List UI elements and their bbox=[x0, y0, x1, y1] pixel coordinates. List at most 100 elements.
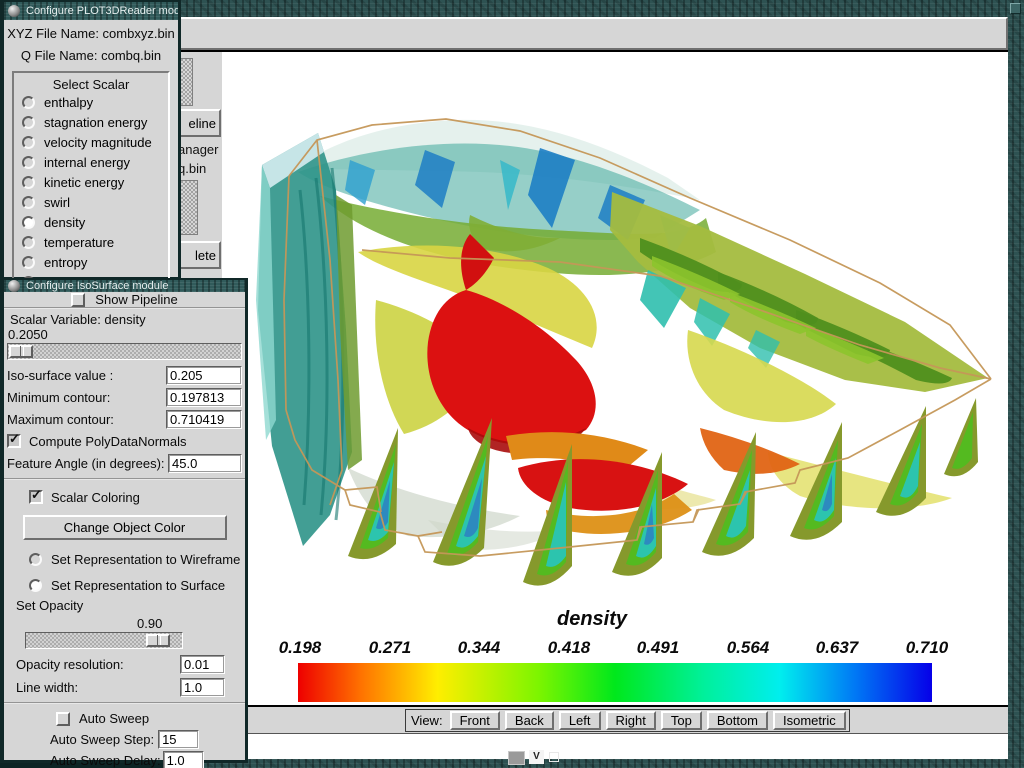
window-icon bbox=[8, 5, 20, 17]
set-opacity-label: Set Opacity bbox=[7, 598, 242, 616]
plot3d-title: Configure PLOT3DReader modul bbox=[26, 5, 178, 17]
minimized-window-icon-2[interactable]: V bbox=[529, 750, 544, 764]
scalar-option-label: density bbox=[44, 215, 85, 230]
wireframe-radio[interactable] bbox=[29, 553, 42, 566]
radio-icon[interactable] bbox=[22, 176, 35, 189]
xyz-file-label: XYZ File Name: combxyz.bin bbox=[4, 26, 178, 41]
opacity-resolution-label: Opacity resolution: bbox=[16, 657, 124, 672]
feature-angle-field[interactable]: 45.0 bbox=[168, 454, 242, 473]
scalar-option-label: kinetic energy bbox=[44, 175, 124, 190]
line-width-label: Line width: bbox=[16, 680, 78, 695]
scalar-option-density[interactable]: density bbox=[14, 212, 168, 232]
opacity-slider[interactable] bbox=[25, 632, 183, 649]
opacity-slider-handle[interactable] bbox=[146, 634, 170, 647]
select-scalar-title: Select Scalar bbox=[14, 77, 168, 92]
view-bottom-button[interactable]: Bottom bbox=[707, 711, 768, 730]
legend-title: density bbox=[222, 608, 962, 631]
opacity-slider-value: 0.90 bbox=[7, 616, 242, 632]
scalar-option-label: temperature bbox=[44, 235, 114, 250]
manager-label-partial: anager bbox=[178, 142, 222, 157]
isosurface-dialog: Configure IsoSurface module ✓ Show Pipel… bbox=[0, 278, 248, 763]
legend-label: 0.271 bbox=[350, 638, 430, 658]
iso-title: Configure IsoSurface module bbox=[26, 280, 168, 292]
radio-icon[interactable] bbox=[22, 136, 35, 149]
view-bar: View: Front Back Left Right Top Bottom I… bbox=[222, 705, 1008, 734]
iso-slider-handle[interactable] bbox=[9, 345, 33, 358]
surface-radio[interactable] bbox=[29, 579, 42, 592]
scalar-option-enthalpy[interactable]: enthalpy bbox=[14, 92, 168, 112]
legend-label: 0.418 bbox=[529, 638, 609, 658]
legend-label: 0.491 bbox=[618, 638, 698, 658]
scalar-option-stagnation-energy[interactable]: stagnation energy bbox=[14, 112, 168, 132]
scalar-option-label: internal energy bbox=[44, 155, 130, 170]
legend-label: 0.637 bbox=[797, 638, 877, 658]
radio-icon[interactable] bbox=[22, 216, 35, 229]
minimized-window-icon[interactable] bbox=[508, 751, 525, 765]
wireframe-radio-label: Set Representation to Wireframe bbox=[51, 552, 240, 567]
min-contour-label: Minimum contour: bbox=[7, 390, 110, 405]
window-icon bbox=[8, 280, 20, 292]
scalar-coloring-checkbox[interactable]: ✓ bbox=[29, 490, 43, 504]
legend-label: 0.344 bbox=[439, 638, 519, 658]
feature-angle-label: Feature Angle (in degrees): bbox=[7, 456, 165, 471]
scalar-option-velocity-magnitude[interactable]: velocity magnitude bbox=[14, 132, 168, 152]
radio-icon[interactable] bbox=[22, 236, 35, 249]
iso-value-label: Iso-surface value : bbox=[7, 368, 113, 383]
compute-normals-checkbox[interactable]: ✓ bbox=[7, 434, 21, 448]
main-app-window: eline anager q.bin lete anager bbox=[172, 0, 1024, 768]
radio-icon[interactable] bbox=[22, 256, 35, 269]
view-top-button[interactable]: Top bbox=[661, 711, 702, 730]
legend-label: 0.198 bbox=[260, 638, 340, 658]
stipple-canvas-2 bbox=[178, 180, 198, 235]
view-left-button[interactable]: Left bbox=[559, 711, 601, 730]
radio-icon[interactable] bbox=[22, 96, 35, 109]
scalar-option-label: enthalpy bbox=[44, 95, 93, 110]
scalar-option-internal-energy[interactable]: internal energy bbox=[14, 152, 168, 172]
min-contour-field[interactable]: 0.197813 bbox=[166, 388, 242, 407]
render-viewport[interactable]: density 0.198 0.271 0.344 0.418 0.491 0.… bbox=[222, 52, 1008, 759]
scalar-variable-label: Scalar Variable: density bbox=[7, 312, 242, 327]
surface-radio-label: Set Representation to Surface bbox=[51, 578, 225, 593]
auto-sweep-step-field[interactable]: 15 bbox=[158, 730, 199, 749]
desktop: { "main_window": { "sidebar_partial": { … bbox=[0, 0, 1024, 768]
change-object-color-button[interactable]: Change Object Color bbox=[23, 515, 227, 540]
max-contour-field[interactable]: 0.710419 bbox=[166, 410, 242, 429]
plot3d-titlebar[interactable]: Configure PLOT3DReader modul bbox=[4, 2, 178, 20]
max-contour-label: Maximum contour: bbox=[7, 412, 114, 427]
radio-icon[interactable] bbox=[22, 116, 35, 129]
auto-sweep-delay-field[interactable]: 1.0 bbox=[163, 751, 204, 768]
radio-icon[interactable] bbox=[22, 156, 35, 169]
view-front-button[interactable]: Front bbox=[450, 711, 500, 730]
colorbar bbox=[298, 663, 932, 702]
resize-corner-icon[interactable] bbox=[1010, 3, 1021, 14]
view-label: View: bbox=[409, 713, 445, 728]
auto-sweep-step-label: Auto Sweep Step: bbox=[50, 732, 154, 747]
scalar-option-label: stagnation energy bbox=[44, 115, 147, 130]
scalar-option-entropy[interactable]: entropy bbox=[14, 252, 168, 272]
plot3d-reader-dialog: Configure PLOT3DReader modul XYZ File Na… bbox=[0, 0, 181, 280]
show-pipeline-label: Show Pipeline bbox=[95, 292, 177, 307]
show-pipeline-checkbox[interactable]: ✓ bbox=[71, 293, 85, 307]
main-content: eline anager q.bin lete anager bbox=[178, 50, 1008, 757]
scalar-option-label: entropy bbox=[44, 255, 87, 270]
line-width-field[interactable]: 1.0 bbox=[180, 678, 225, 697]
radio-icon[interactable] bbox=[22, 196, 35, 209]
scalar-option-label: swirl bbox=[44, 195, 70, 210]
scalar-option-kinetic-energy[interactable]: kinetic energy bbox=[14, 172, 168, 192]
auto-sweep-delay-label: Auto Sweep Delay: bbox=[50, 753, 161, 768]
iso-value-slider[interactable] bbox=[7, 343, 242, 360]
scalar-option-temperature[interactable]: temperature bbox=[14, 232, 168, 252]
iso-titlebar[interactable]: Configure IsoSurface module bbox=[4, 280, 245, 292]
q-file-label: Q File Name: combq.bin bbox=[4, 48, 178, 63]
auto-sweep-checkbox[interactable]: ✓ bbox=[56, 712, 70, 726]
view-right-button[interactable]: Right bbox=[606, 711, 656, 730]
iso-slider-value: 0.2050 bbox=[7, 327, 242, 342]
iso-value-field[interactable]: 0.205 bbox=[166, 366, 242, 385]
opacity-resolution-field[interactable]: 0.01 bbox=[180, 655, 225, 674]
minimized-window-outline-icon[interactable] bbox=[549, 752, 559, 762]
view-frame: View: Front Back Left Right Top Bottom I… bbox=[405, 709, 850, 732]
view-isometric-button[interactable]: Isometric bbox=[773, 711, 846, 730]
isosurface-rendering[interactable] bbox=[222, 52, 1008, 704]
view-back-button[interactable]: Back bbox=[505, 711, 554, 730]
scalar-option-swirl[interactable]: swirl bbox=[14, 192, 168, 212]
